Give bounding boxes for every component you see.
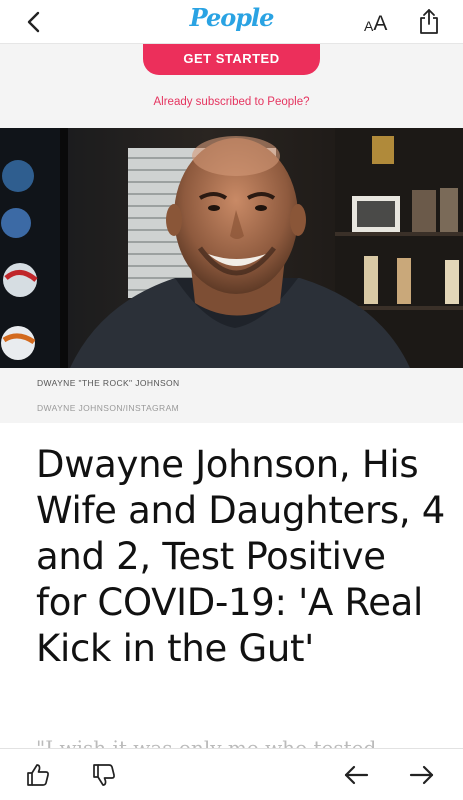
get-started-button[interactable]: GET STARTED [143,44,320,75]
like-button[interactable] [22,759,54,791]
people-logo: People [189,3,275,32]
already-subscribed-link[interactable]: Already subscribed to People? [0,96,463,108]
next-article-button[interactable] [406,759,438,791]
subscribe-banner: GET STARTED Already subscribed to People… [0,44,463,128]
share-icon [420,9,438,34]
bottom-toolbar [0,748,463,800]
article-photo [0,128,463,368]
photo-caption: DWAYNE "THE ROCK" JOHNSON DWAYNE JOHNSON… [0,368,463,423]
top-nav-bar: People A A [0,0,463,44]
text-size-large-glyph: A [373,12,388,35]
thumbs-up-icon [27,764,49,786]
article-teaser: "I wish it was only me who tested [36,736,377,748]
text-size-button[interactable]: A A [364,9,387,35]
dislike-button[interactable] [88,759,120,791]
share-button[interactable] [414,5,444,37]
photo-credit: DWAYNE JOHNSON/INSTAGRAM [37,403,180,413]
arrow-right-icon [409,765,434,785]
arrow-left-icon [344,765,369,785]
thumbs-down-icon [93,764,115,786]
text-size-small-glyph: A [364,18,374,34]
article-headline: Dwayne Johnson, His Wife and Daughters, … [36,443,446,670]
caption-title: DWAYNE "THE ROCK" JOHNSON [37,378,180,388]
previous-article-button[interactable] [340,759,372,791]
